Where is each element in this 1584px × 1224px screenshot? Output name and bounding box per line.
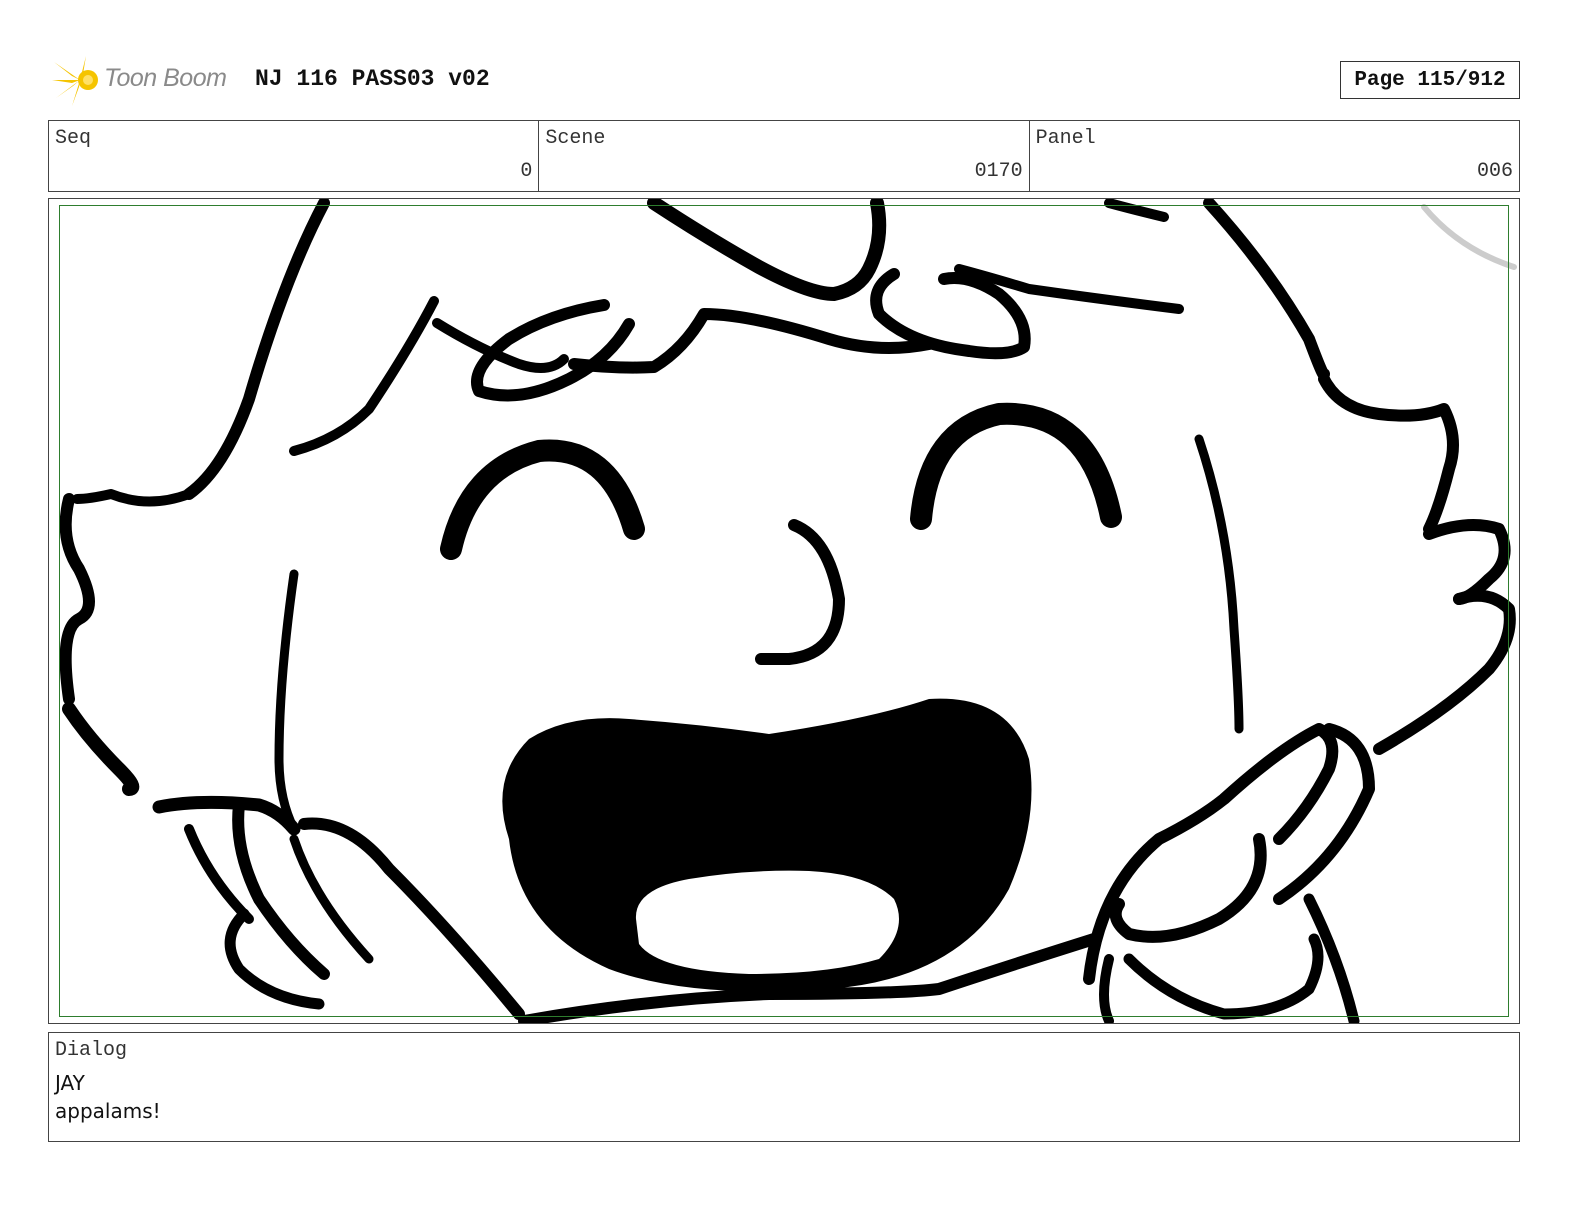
sunburst-logo-icon <box>52 56 98 106</box>
seq-value: 0 <box>520 160 533 183</box>
panel-label: Panel <box>1035 127 1096 150</box>
toon-boom-logo: Toon Boom <box>50 52 240 108</box>
dialog-line: appalams! <box>55 1099 161 1123</box>
dialog-speaker: JAY <box>55 1071 85 1095</box>
dialog-label: Dialog <box>55 1039 128 1062</box>
panel-cell: Panel 006 <box>1030 121 1519 191</box>
logo-text: Toon Boom <box>104 64 227 92</box>
info-row: Seq 0 Scene 0170 Panel 006 <box>48 120 1520 192</box>
seq-cell: Seq 0 <box>49 121 540 191</box>
scene-value: 0170 <box>974 160 1023 183</box>
panel-value: 006 <box>1476 160 1513 183</box>
character-drawing <box>59 199 1517 1023</box>
storyboard-panel <box>48 198 1520 1024</box>
seq-label: Seq <box>55 127 92 150</box>
page-indicator: Page 115/912 <box>1340 61 1520 99</box>
dialog-box: Dialog JAY appalams! <box>48 1032 1520 1142</box>
scene-label: Scene <box>545 127 606 150</box>
document-title: NJ 116 PASS03 v02 <box>255 66 490 92</box>
scene-cell: Scene 0170 <box>539 121 1030 191</box>
